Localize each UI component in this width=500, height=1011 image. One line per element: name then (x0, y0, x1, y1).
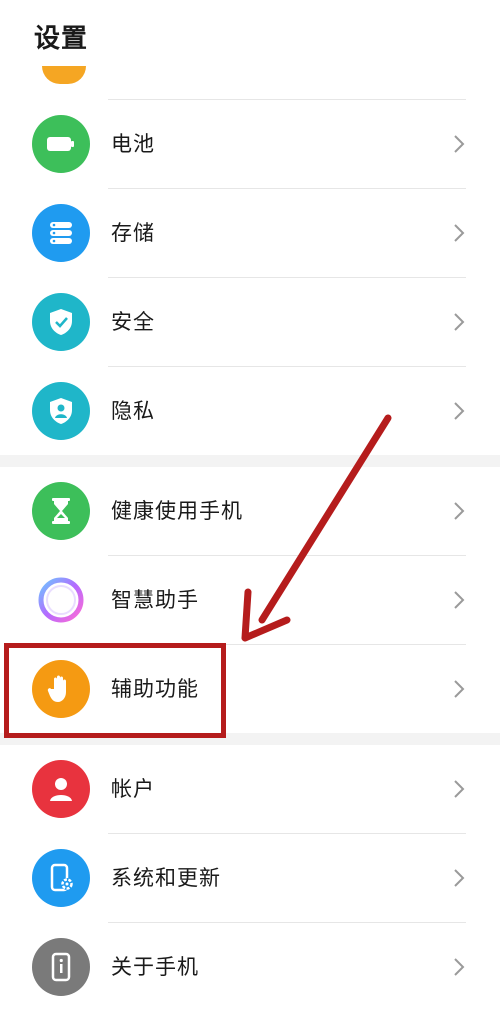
settings-item-label: 智慧助手 (111, 588, 199, 612)
partial-orange-icon (42, 66, 86, 84)
chevron-right-icon (454, 502, 465, 520)
shield-check-icon (32, 293, 90, 351)
assistant-ring-icon (32, 571, 90, 629)
settings-item-account[interactable]: 帐户 (0, 745, 500, 833)
settings-item-label: 系统和更新 (111, 866, 221, 890)
battery-icon (32, 115, 90, 173)
chevron-right-icon (454, 135, 465, 153)
hourglass-icon (32, 482, 90, 540)
settings-item-digital-balance[interactable]: 健康使用手机 (0, 467, 500, 555)
storage-icon (32, 204, 90, 262)
settings-item-about-phone[interactable]: 关于手机 (0, 923, 500, 1011)
chevron-right-icon (454, 224, 465, 242)
user-icon (32, 760, 90, 818)
privacy-icon (32, 382, 90, 440)
page-title: 设置 (34, 24, 89, 54)
settings-item-label: 安全 (111, 310, 155, 334)
settings-item-label: 存储 (111, 221, 155, 245)
settings-item-privacy[interactable]: 隐私 (0, 367, 500, 455)
chevron-right-icon (454, 402, 465, 420)
chevron-right-icon (454, 780, 465, 798)
settings-item-label: 电池 (111, 132, 155, 156)
settings-item-smart-assistant[interactable]: 智慧助手 (0, 556, 500, 644)
settings-item-label: 健康使用手机 (111, 499, 243, 523)
settings-item-storage[interactable]: 存储 (0, 189, 500, 277)
chevron-right-icon (454, 869, 465, 887)
settings-header: 设置 (0, 0, 500, 70)
phone-info-icon (32, 938, 90, 996)
settings-item-battery[interactable]: 电池 (0, 100, 500, 188)
settings-item-label: 关于手机 (111, 955, 199, 979)
settings-item-label: 隐私 (111, 399, 155, 423)
section-gap (0, 455, 500, 467)
phone-gear-icon (32, 849, 90, 907)
chevron-right-icon (454, 313, 465, 331)
chevron-right-icon (454, 680, 465, 698)
settings-item-label: 帐户 (111, 777, 155, 801)
chevron-right-icon (454, 958, 465, 976)
highlight-box (4, 643, 226, 738)
settings-item-system-update[interactable]: 系统和更新 (0, 834, 500, 922)
settings-item-security[interactable]: 安全 (0, 278, 500, 366)
chevron-right-icon (454, 591, 465, 609)
